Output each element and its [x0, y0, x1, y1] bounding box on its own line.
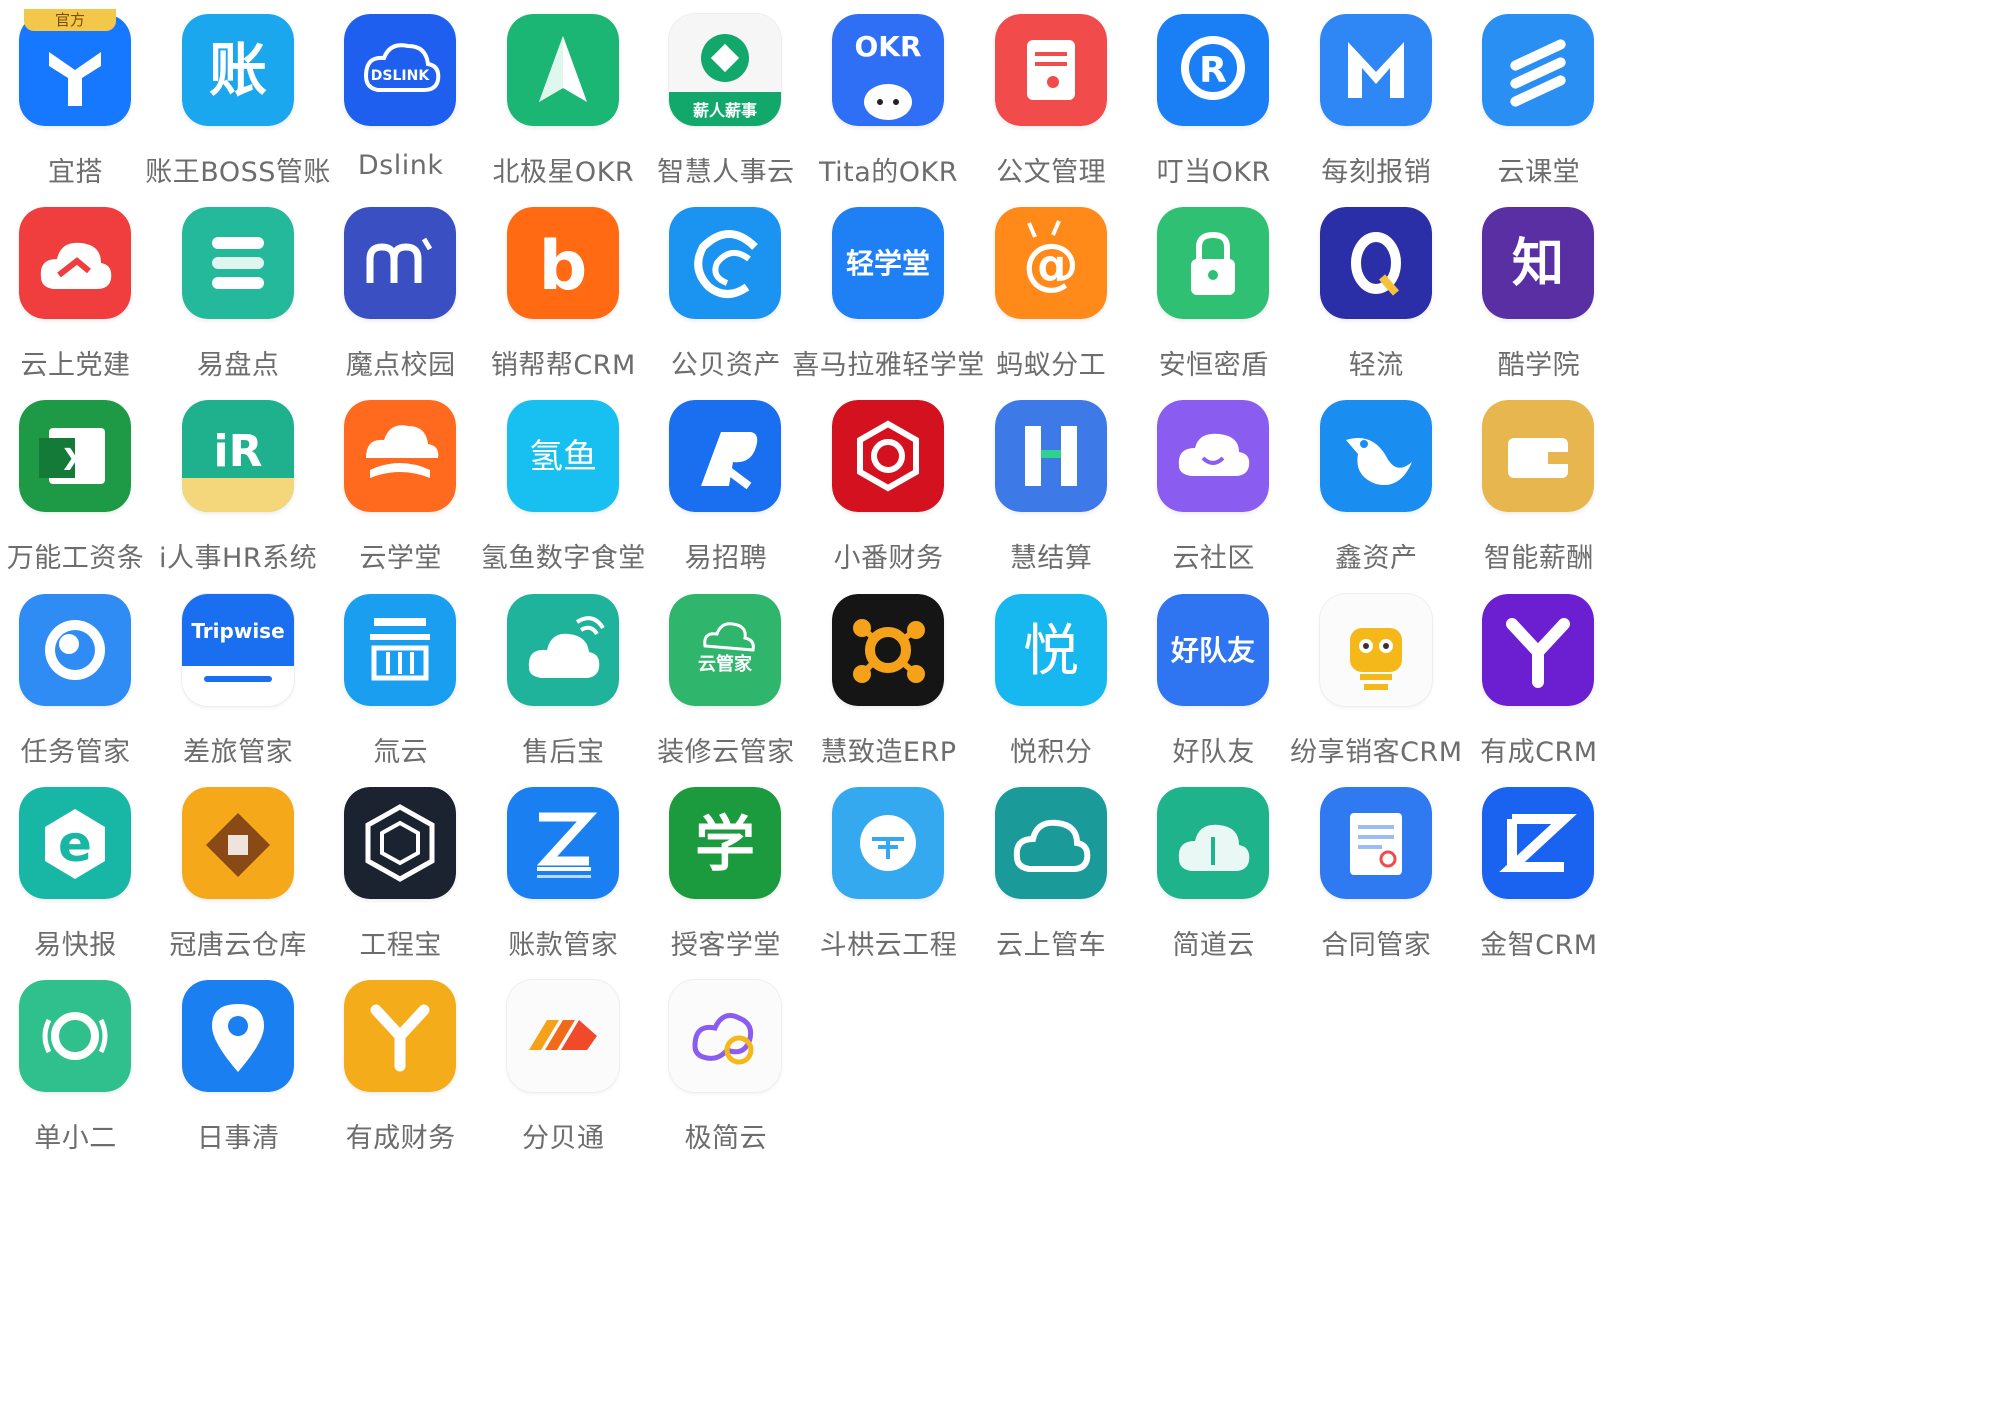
ant-division-icon[interactable]: @: [994, 207, 1107, 320]
payslip-icon[interactable]: X: [19, 400, 131, 513]
good-teammate-icon[interactable]: 好队友: [1157, 593, 1270, 706]
svg-text:DSLINK: DSLINK: [371, 68, 431, 84]
gongchengbao-icon[interactable]: [344, 786, 457, 899]
shouke-academy-icon[interactable]: 学: [669, 786, 782, 899]
tita-okr-icon[interactable]: OKR: [832, 14, 944, 126]
chuanyun-icon[interactable]: [344, 593, 457, 706]
hui-settle-icon[interactable]: [994, 400, 1107, 513]
svg-text:X: X: [63, 443, 86, 478]
svg-text:学: 学: [695, 810, 755, 880]
app-tile-kuxueyuan[interactable]: 知酷学院: [1441, 193, 1648, 393]
dingdang-okr-icon[interactable]: R: [1157, 14, 1270, 126]
svg-text:知: 知: [1512, 234, 1564, 294]
smart-hr-cloud-icon[interactable]: 薪人薪事: [669, 14, 782, 126]
ximalaya-icon[interactable]: 轻学堂: [832, 207, 944, 320]
kuxueyuan-icon[interactable]: 知: [1482, 207, 1595, 320]
after-sales-icon[interactable]: [506, 593, 619, 706]
cloud-community-icon[interactable]: [1157, 400, 1270, 513]
app-label: 金智CRM: [1480, 929, 1598, 961]
gongbei-asset-icon[interactable]: [669, 207, 782, 320]
svg-text:OKR: OKR: [854, 30, 921, 63]
app-label: 云课堂: [1497, 157, 1581, 188]
app-tile-smart-salary[interactable]: 智能薪酬: [1441, 386, 1648, 586]
jijianyun-icon[interactable]: [669, 980, 782, 1092]
dougong-cloud-icon[interactable]: [832, 786, 944, 899]
meike-expense-icon[interactable]: [1319, 14, 1432, 126]
qingyu-canteen-icon[interactable]: 氢鱼: [506, 400, 619, 513]
svg-text:iR: iR: [213, 426, 262, 477]
cloud-party-icon[interactable]: [19, 207, 131, 320]
zhangwang-icon[interactable]: 账: [181, 14, 294, 126]
cloud-classroom-icon[interactable]: [1482, 14, 1595, 126]
svg-text:@: @: [1023, 232, 1079, 297]
app-label: 有成CRM: [1480, 736, 1598, 768]
app-label: 智能薪酬: [1483, 543, 1594, 575]
rishiqing-icon[interactable]: [181, 980, 294, 1092]
svg-text:R: R: [1199, 50, 1227, 91]
modian-campus-icon[interactable]: [344, 207, 457, 320]
xiaofan-finance-icon[interactable]: [832, 400, 944, 513]
svg-text:账: 账: [209, 36, 267, 104]
svg-text:轻学堂: 轻学堂: [846, 247, 930, 280]
app-label: 极简云: [684, 1123, 768, 1154]
yikuaibao-icon[interactable]: e: [19, 786, 131, 899]
svg-text:Tripwise: Tripwise: [191, 619, 284, 643]
tripwise-icon[interactable]: Tripwise: [181, 593, 294, 706]
app-tile-youcheng-crm[interactable]: 有成CRM: [1441, 580, 1648, 780]
yi-recruit-icon[interactable]: [669, 400, 782, 513]
anheng-lock-icon[interactable]: [1157, 207, 1270, 320]
svg-text:e: e: [58, 815, 92, 873]
danxiaoer-icon[interactable]: [19, 980, 131, 1092]
xiaobangbang-icon[interactable]: b: [506, 207, 619, 320]
svg-text:薪人薪事: 薪人薪事: [693, 101, 757, 120]
xin-asset-icon[interactable]: [1319, 400, 1432, 513]
ihr-icon[interactable]: iR: [181, 400, 294, 513]
app-tile-jijianyun[interactable]: 极简云: [628, 966, 835, 1166]
payment-manager-icon[interactable]: [506, 786, 619, 899]
app-tile-cloud-classroom[interactable]: 云课堂: [1441, 0, 1648, 200]
youcheng-finance-icon[interactable]: [344, 980, 457, 1092]
svg-text:好队友: 好队友: [1170, 634, 1255, 667]
svg-text:云管家: 云管家: [698, 653, 753, 675]
svg-text:b: b: [538, 227, 587, 306]
dslink-icon[interactable]: DSLINK: [344, 14, 457, 126]
jinzhi-crm-icon[interactable]: [1482, 786, 1595, 899]
yi-inventory-icon[interactable]: [181, 207, 294, 320]
task-manager-icon[interactable]: [19, 593, 131, 706]
decor-cloud-icon[interactable]: 云管家: [669, 593, 782, 706]
svg-text:氢鱼: 氢鱼: [529, 437, 597, 477]
document-mgmt-icon[interactable]: [994, 14, 1107, 126]
guantang-warehouse-icon[interactable]: [181, 786, 294, 899]
app-tile-jinzhi-crm[interactable]: 金智CRM: [1441, 773, 1648, 973]
svg-text:悦: 悦: [1023, 619, 1079, 684]
contract-manager-icon[interactable]: [1319, 786, 1432, 899]
yue-points-icon[interactable]: 悦: [994, 593, 1107, 706]
fenbeitong-icon[interactable]: [506, 980, 619, 1092]
yunxuetang-icon[interactable]: [344, 400, 457, 513]
polaris-okr-icon[interactable]: [506, 14, 619, 126]
app-label: 酷学院: [1497, 350, 1581, 382]
huizhizao-erp-icon[interactable]: [832, 593, 944, 706]
official-badge: 官方: [24, 9, 116, 31]
cloud-vehicle-icon[interactable]: [994, 786, 1107, 899]
app-grid: 官方 宜搭账账王BOSS管账 DSLINK Dslink 北极星OKR 薪人薪事 智慧人事云…: [0, 0, 1994, 1414]
youcheng-crm-icon[interactable]: [1482, 593, 1595, 706]
qingliu-icon[interactable]: [1319, 207, 1432, 320]
jiandaoyun-icon[interactable]: [1157, 786, 1270, 899]
smart-salary-icon[interactable]: [1482, 400, 1595, 513]
fxiaoke-crm-icon[interactable]: [1319, 593, 1432, 706]
